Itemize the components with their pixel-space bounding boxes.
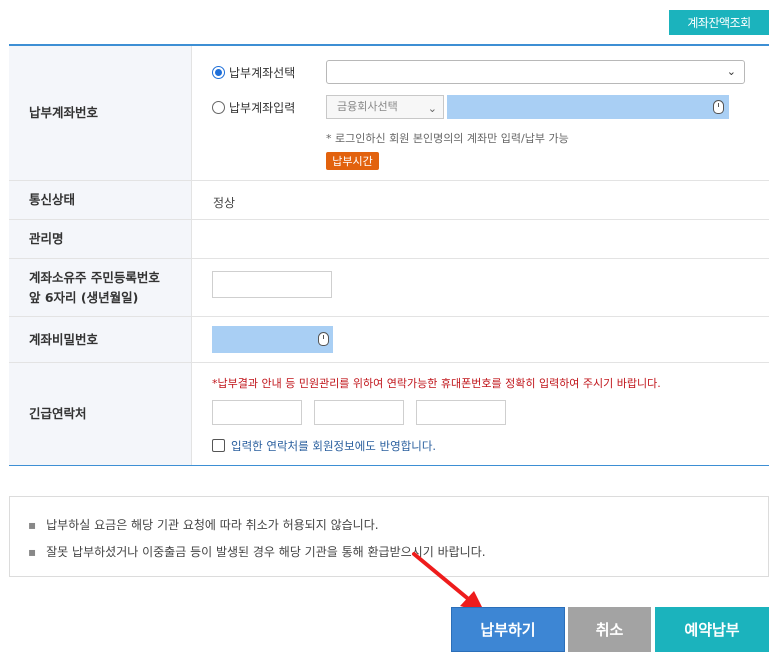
account-label: 납부계좌번호 bbox=[9, 46, 192, 180]
manager-label: 관리명 bbox=[9, 220, 192, 258]
radio-select-account[interactable] bbox=[212, 66, 225, 79]
mouse-icon bbox=[713, 100, 724, 114]
sync-contact-label: 입력한 연락처를 회원정보에도 반영합니다. bbox=[231, 439, 437, 453]
radio-select-account-label: 납부계좌선택 bbox=[229, 66, 296, 80]
sync-contact-checkbox[interactable] bbox=[212, 439, 225, 452]
info-box: ▪ 납부하실 요금은 해당 기관 요청에 따라 취소가 허용되지 않습니다. ▪ 잘… bbox=[9, 496, 769, 577]
contact-row: 긴급연락처 *납부결과 안내 등 민원관리를 위하여 연락가능한 휴대폰번호를 … bbox=[9, 363, 769, 465]
pay-button[interactable]: 납부하기 bbox=[451, 607, 565, 652]
bank-select[interactable]: 금융회사선택 ⌄ bbox=[326, 95, 444, 119]
chevron-down-icon: ⌄ bbox=[726, 65, 736, 78]
account-note: * 로그인하신 회원 본인명의의 계좌만 입력/납부 가능 bbox=[326, 132, 569, 145]
reserve-payment-button[interactable]: 예약납부 bbox=[655, 607, 769, 652]
payment-time-button[interactable]: 납부시간 bbox=[326, 152, 379, 170]
status-row: 통신상태 정상 bbox=[9, 181, 769, 220]
chevron-down-icon: ⌄ bbox=[427, 102, 437, 115]
phone-input-3[interactable] bbox=[416, 400, 506, 425]
birthdate-input[interactable] bbox=[212, 271, 332, 298]
status-value: 정상 bbox=[213, 196, 236, 210]
password-row: 계좌비밀번호 bbox=[9, 317, 769, 363]
info-item: ▪ 납부하실 요금은 해당 기관 요청에 따라 취소가 허용되지 않습니다. bbox=[28, 516, 379, 533]
bullet-icon: ▪ bbox=[28, 518, 37, 532]
account-number-input[interactable] bbox=[447, 95, 729, 119]
account-row: 납부계좌번호 납부계좌선택 ⌄ 납부계좌입력 금융회사선택 ⌄ * 로그인하신 … bbox=[9, 46, 769, 181]
password-label: 계좌비밀번호 bbox=[9, 317, 192, 362]
payment-form: 납부계좌번호 납부계좌선택 ⌄ 납부계좌입력 금융회사선택 ⌄ * 로그인하신 … bbox=[9, 44, 769, 466]
account-select[interactable]: ⌄ bbox=[326, 60, 745, 84]
bullet-icon: ▪ bbox=[28, 545, 37, 559]
owner-id-label: 계좌소유주 주민등록번호 앞 6자리 (생년월일) bbox=[9, 259, 192, 316]
contact-notice: *납부결과 안내 등 민원관리를 위하여 연락가능한 휴대폰번호를 정확히 입력… bbox=[212, 377, 661, 390]
radio-input-account-label: 납부계좌입력 bbox=[229, 101, 296, 115]
owner-id-row: 계좌소유주 주민등록번호 앞 6자리 (생년월일) bbox=[9, 259, 769, 317]
account-balance-button[interactable]: 계좌잔액조회 bbox=[669, 10, 769, 35]
phone-input-2[interactable] bbox=[314, 400, 404, 425]
phone-input-1[interactable] bbox=[212, 400, 302, 425]
mouse-icon bbox=[318, 332, 329, 346]
manager-row: 관리명 bbox=[9, 220, 769, 259]
radio-input-account[interactable] bbox=[212, 101, 225, 114]
status-label: 통신상태 bbox=[9, 181, 192, 219]
info-item-text: 납부하실 요금은 해당 기관 요청에 따라 취소가 허용되지 않습니다. bbox=[46, 518, 379, 532]
account-password-input[interactable] bbox=[212, 326, 333, 353]
bank-select-placeholder: 금융회사선택 bbox=[337, 100, 398, 113]
contact-label: 긴급연락처 bbox=[9, 363, 192, 465]
cancel-button[interactable]: 취소 bbox=[568, 607, 651, 652]
